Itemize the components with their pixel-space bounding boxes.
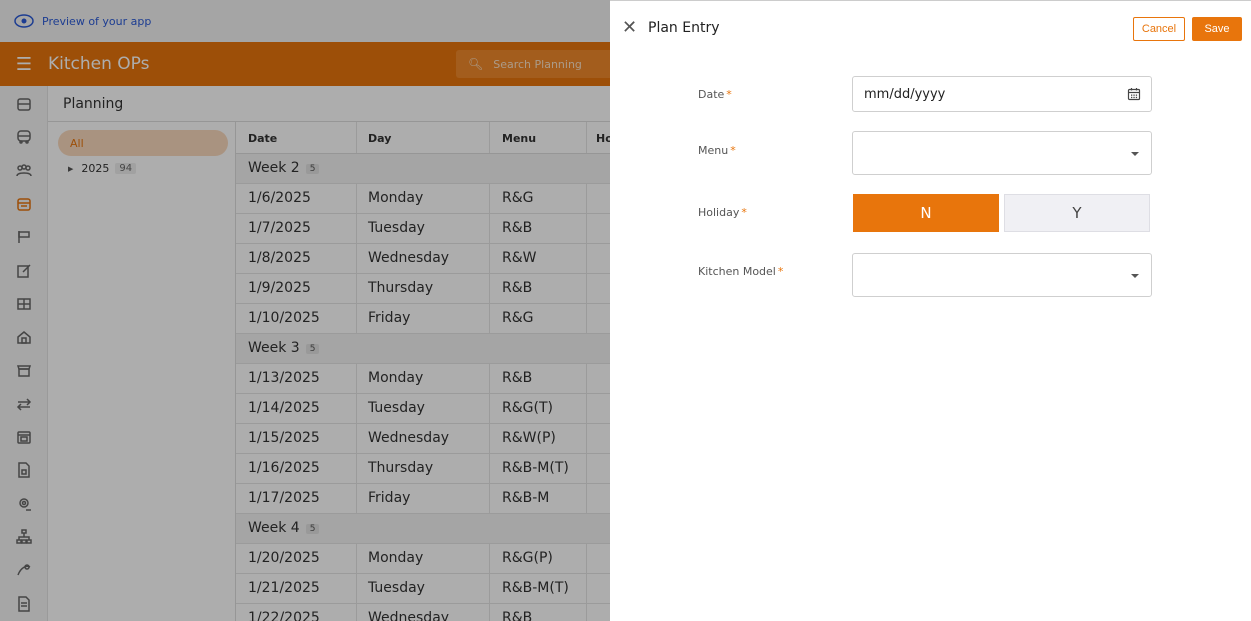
holiday-label: Holiday * — [698, 206, 747, 219]
plan-entry-drawer: ✕ Plan Entry Cancel Save Date * mm/dd/yyy… — [610, 0, 1251, 621]
kitchen-model-select[interactable] — [852, 253, 1152, 297]
date-label: Date * — [698, 88, 732, 101]
required-marker: * — [726, 88, 732, 101]
drawer-title: Plan Entry — [648, 20, 720, 36]
kitchen-model-label-text: Kitchen Model — [698, 265, 776, 278]
app-root: Preview of your app ☰ Kitchen OPs 🔍︎ Sea… — [0, 0, 1251, 621]
required-marker: * — [777, 265, 784, 278]
date-label-text: Date — [698, 88, 725, 101]
required-marker: * — [730, 144, 736, 157]
menu-label-text: Menu — [698, 144, 729, 157]
menu-select[interactable] — [852, 131, 1152, 175]
chevron-down-icon[interactable] — [1131, 274, 1139, 278]
modal-backdrop[interactable] — [0, 0, 610, 621]
cancel-button[interactable]: Cancel — [1133, 17, 1185, 41]
date-field[interactable]: mm/dd/yyyy — [852, 76, 1152, 112]
chevron-down-icon[interactable] — [1131, 152, 1139, 156]
calendar-icon[interactable] — [1127, 87, 1141, 101]
menu-label: Menu * — [698, 144, 736, 157]
holiday-option-n[interactable]: N — [853, 194, 999, 232]
holiday-label-text: Holiday — [698, 206, 740, 219]
close-icon[interactable]: ✕ — [622, 18, 637, 38]
drawer-top-border — [610, 0, 1251, 7]
date-placeholder: mm/dd/yyyy — [864, 86, 946, 102]
save-button[interactable]: Save — [1192, 17, 1242, 41]
holiday-option-y[interactable]: Y — [1004, 194, 1150, 232]
kitchen-model-label: Kitchen Model * — [698, 265, 783, 278]
required-marker: * — [741, 206, 747, 219]
